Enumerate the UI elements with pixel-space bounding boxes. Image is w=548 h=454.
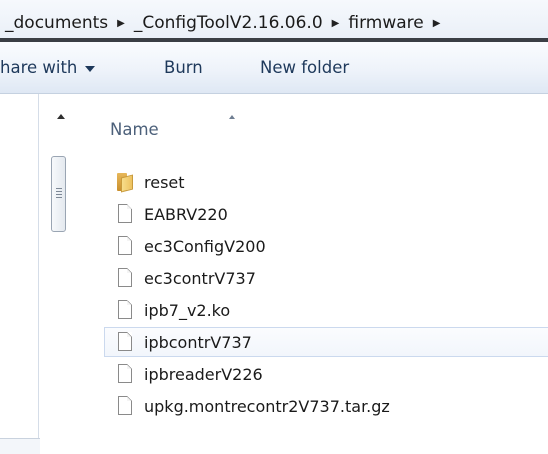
- grip-line: [56, 194, 62, 195]
- address-bar[interactable]: _documents ▶ _ConfigToolV2.16.06.0 ▶ fir…: [0, 0, 548, 42]
- scroll-thumb[interactable]: [51, 156, 66, 232]
- file-icon: [117, 267, 135, 289]
- file-name: ec3ConfigV200: [144, 236, 266, 256]
- scroll-up-arrow-icon[interactable]: [57, 114, 65, 119]
- list-item[interactable]: EABRV220: [104, 199, 548, 229]
- file-name: EABRV220: [144, 204, 228, 224]
- file-name: ipbreaderV226: [144, 364, 263, 384]
- navigation-pane[interactable]: [0, 94, 38, 453]
- new-folder-button[interactable]: New folder: [260, 58, 349, 77]
- list-item[interactable]: ipb7_v2.ko: [104, 295, 548, 325]
- file-icon: [117, 395, 135, 417]
- share-with-button[interactable]: hare with: [0, 58, 96, 77]
- burn-button[interactable]: Burn: [164, 58, 203, 77]
- grip-line: [56, 197, 62, 198]
- list-item[interactable]: ec3ConfigV200: [104, 231, 548, 261]
- share-with-label: hare with: [0, 58, 78, 77]
- breadcrumb-configtool[interactable]: _ConfigToolV2.16.06.0: [133, 13, 324, 33]
- chevron-right-icon[interactable]: ▶: [332, 18, 340, 29]
- dropdown-arrow-icon: [85, 65, 96, 72]
- column-header-name[interactable]: Name: [110, 120, 159, 139]
- file-icon: [117, 299, 135, 321]
- list-item[interactable]: upkg.montrecontr2V737.tar.gz: [104, 391, 548, 421]
- grip-line: [56, 188, 62, 189]
- file-icon: [117, 363, 135, 385]
- file-icon: [117, 331, 135, 353]
- file-name: upkg.montrecontr2V737.tar.gz: [144, 396, 390, 416]
- file-icon: [117, 235, 135, 257]
- list-item-reset[interactable]: reset: [104, 167, 548, 197]
- list-item[interactable]: ec3contrV737: [104, 263, 548, 293]
- file-icon: [117, 203, 135, 225]
- grip-line: [56, 191, 62, 192]
- chevron-right-icon[interactable]: ▶: [433, 18, 441, 29]
- file-name: ec3contrV737: [144, 268, 256, 288]
- folder-icon: [117, 171, 135, 193]
- sort-ascending-icon: [229, 115, 235, 119]
- pane-divider[interactable]: [38, 94, 39, 453]
- chevron-right-icon[interactable]: ▶: [117, 18, 125, 29]
- breadcrumb-firmware[interactable]: firmware: [347, 13, 424, 33]
- navigation-pane-footer: [0, 438, 40, 454]
- navigation-scrollbar[interactable]: [51, 104, 76, 453]
- file-name: reset: [144, 172, 185, 192]
- command-bar: hare with Burn New folder: [0, 42, 548, 94]
- file-name: ipbcontrV737: [144, 332, 252, 352]
- breadcrumb-documents[interactable]: _documents: [4, 13, 109, 33]
- breadcrumb: _documents ▶ _ConfigToolV2.16.06.0 ▶ fir…: [4, 10, 448, 36]
- list-item-selected[interactable]: ipbcontrV737: [104, 327, 548, 357]
- list-item[interactable]: ipbreaderV226: [104, 359, 548, 389]
- file-name: ipb7_v2.ko: [144, 300, 231, 320]
